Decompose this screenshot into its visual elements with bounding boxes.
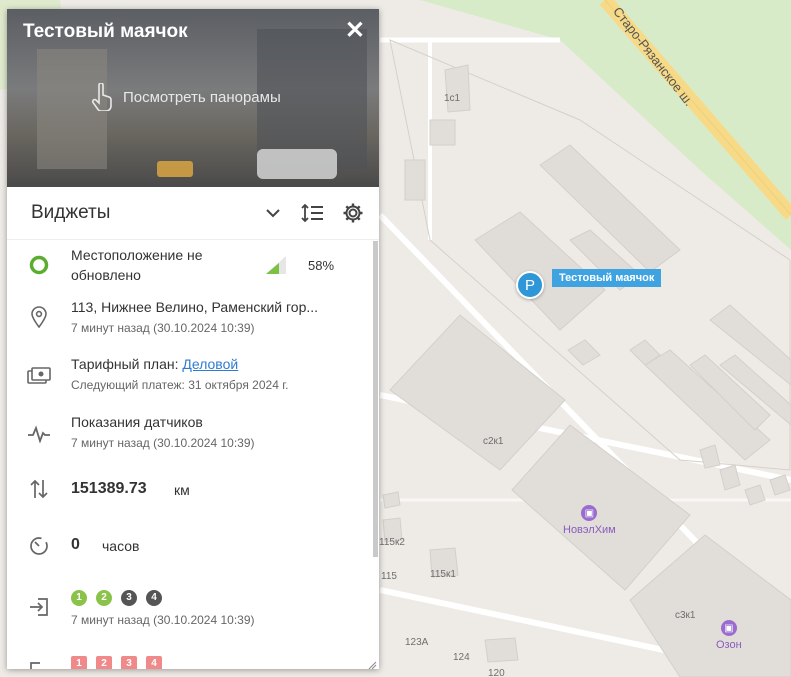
widget-inputs[interactable]: 1234 7 минут назад (30.10.2024 10:39) bbox=[7, 587, 373, 629]
inputs-time: 7 минут назад (30.10.2024 10:39) bbox=[71, 613, 255, 627]
tariff-line: Тарифный план: Деловой bbox=[71, 356, 238, 372]
sort-lines-icon[interactable] bbox=[301, 201, 325, 225]
address-time: 7 минут назад (30.10.2024 10:39) bbox=[71, 321, 255, 335]
widget-engine-hours[interactable]: 0 часов bbox=[7, 533, 373, 557]
input-badge-1: 1 bbox=[71, 589, 87, 606]
input-arrow-icon bbox=[27, 595, 51, 619]
sensors-label: Показания датчиков bbox=[71, 414, 203, 430]
tracker-marker-label[interactable]: Тестовый маячок bbox=[552, 269, 662, 287]
output-badge-2: 2 bbox=[96, 655, 112, 669]
map-label-c2k1: с2к1 bbox=[483, 436, 504, 447]
mileage-icon bbox=[27, 477, 51, 501]
map-label-123a: 123А bbox=[405, 637, 429, 648]
address-text: 113, Нижнее Велино, Раменский гор... bbox=[71, 299, 319, 315]
briefcase-icon: ▣ bbox=[720, 620, 737, 636]
signal-strength-icon bbox=[266, 256, 286, 279]
view-panorama-button[interactable]: Посмотреть панорамы bbox=[91, 83, 281, 111]
map-label-120: 120 bbox=[488, 668, 505, 677]
map-label-115k2: 115к2 bbox=[379, 537, 405, 548]
output-badge-1: 1 bbox=[71, 655, 87, 669]
mileage-unit: км bbox=[174, 482, 190, 498]
briefcase-icon: ▣ bbox=[581, 505, 598, 521]
mileage-value: 151389.73 bbox=[71, 480, 147, 497]
widgets-title: Виджеты bbox=[31, 202, 111, 223]
poi-ozon[interactable]: ▣ Озон bbox=[716, 620, 742, 651]
widget-tariff[interactable]: Тарифный план: Деловой Следующий платеж:… bbox=[7, 356, 373, 396]
tariff-link[interactable]: Деловой bbox=[182, 356, 238, 372]
view-panorama-label: Посмотреть панорамы bbox=[123, 88, 281, 106]
gear-icon[interactable] bbox=[341, 201, 365, 225]
widget-outputs[interactable]: 1234 bbox=[7, 653, 373, 669]
widgets-bar: Виджеты bbox=[7, 187, 379, 240]
poi-label: Озон bbox=[716, 639, 742, 651]
tracker-marker[interactable]: P bbox=[516, 271, 544, 299]
map-label-1c1: 1с1 bbox=[444, 93, 461, 104]
input-badge-3: 3 bbox=[121, 589, 137, 606]
object-panel: Тестовый маячок ✕ Посмотреть панорамы Ви… bbox=[7, 9, 379, 669]
money-icon bbox=[27, 364, 51, 388]
map-label-115k1: 115к1 bbox=[430, 569, 456, 580]
poi-label: НовэлХим bbox=[563, 524, 616, 536]
map-label-c3k1: с3к1 bbox=[675, 610, 696, 621]
sensors-time: 7 минут назад (30.10.2024 10:39) bbox=[71, 436, 255, 450]
panorama-header[interactable]: Тестовый маячок ✕ Посмотреть панорамы bbox=[7, 9, 379, 187]
chevron-down-icon[interactable] bbox=[261, 201, 285, 225]
close-button[interactable]: ✕ bbox=[345, 19, 365, 43]
map-label-115: 115 bbox=[381, 571, 397, 582]
input-badge-2: 2 bbox=[96, 589, 112, 606]
location-status-text: Местоположение не обновлено bbox=[71, 247, 203, 283]
input-badges: 1234 bbox=[71, 587, 171, 606]
map-label-124: 124 bbox=[453, 652, 470, 663]
output-badge-4: 4 bbox=[146, 655, 162, 669]
output-badge-3: 3 bbox=[121, 655, 137, 669]
hours-value: 0 bbox=[71, 536, 80, 553]
output-arrow-icon bbox=[27, 659, 51, 669]
location-pin-icon bbox=[27, 305, 51, 329]
timer-icon bbox=[27, 533, 51, 557]
signal-percent: 58% bbox=[308, 258, 335, 273]
panel-title: Тестовый маячок bbox=[23, 21, 188, 42]
pulse-icon bbox=[27, 422, 51, 446]
next-payment: Следующий платеж: 31 октября 2024 г. bbox=[71, 378, 289, 392]
hand-pointer-icon bbox=[91, 83, 112, 111]
widget-address[interactable]: 113, Нижнее Велино, Раменский гор... 7 м… bbox=[7, 299, 373, 339]
resize-handle[interactable] bbox=[367, 657, 377, 669]
panel-scrollbar[interactable] bbox=[373, 241, 378, 557]
poi-novelhim[interactable]: ▣ НовэлХим bbox=[563, 505, 616, 536]
hours-unit: часов bbox=[102, 538, 140, 554]
tariff-label: Тарифный план: bbox=[71, 356, 179, 372]
status-ring-icon bbox=[27, 253, 51, 277]
widget-sensors[interactable]: Показания датчиков 7 минут назад (30.10.… bbox=[7, 414, 373, 454]
input-badge-4: 4 bbox=[146, 589, 162, 606]
output-badges: 1234 bbox=[71, 653, 171, 669]
widget-mileage[interactable]: 151389.73 км bbox=[7, 477, 373, 501]
widget-location-status[interactable]: Местоположение не обновлено 58% bbox=[7, 245, 373, 287]
